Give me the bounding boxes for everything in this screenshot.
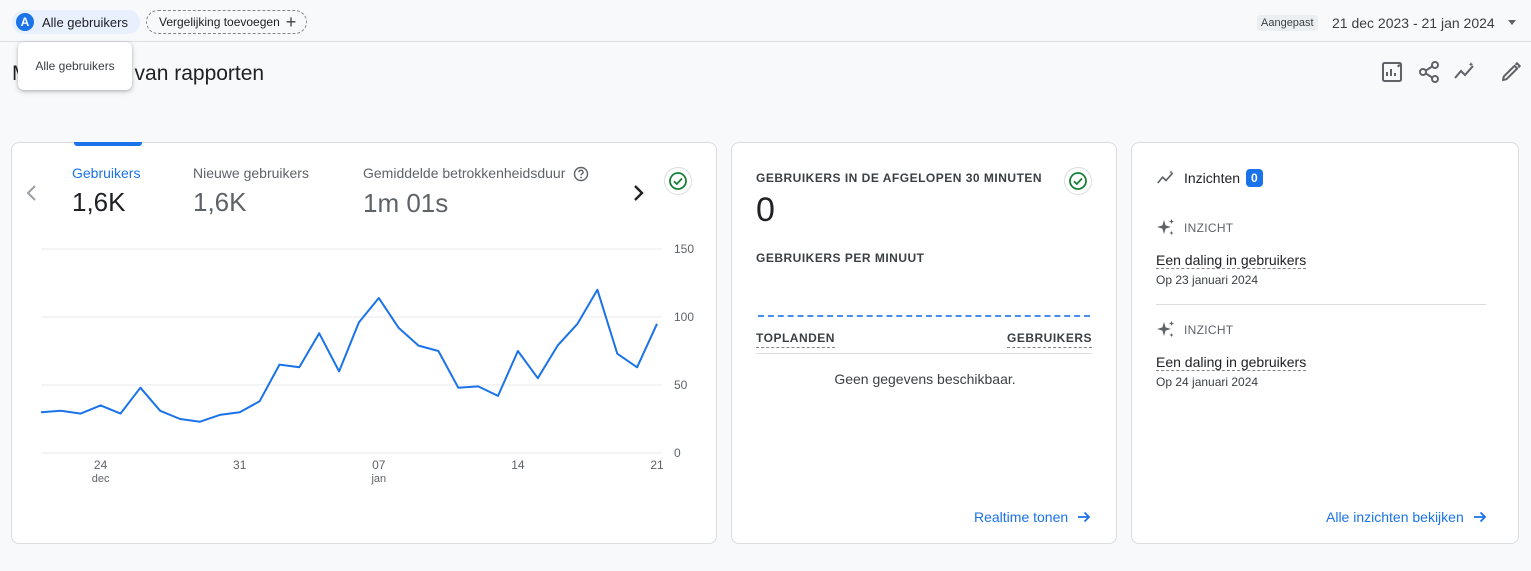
overview-card: Gebruikers 1,6K Nieuwe gebruikers 1,6K G… — [11, 142, 717, 544]
users-line-chart: 150 100 50 0 24dec 31 07jan 14 21 — [40, 242, 694, 485]
check-circle-icon — [1069, 172, 1087, 190]
x-tick-label: 24 — [94, 458, 108, 472]
data-quality-check[interactable] — [1064, 167, 1092, 195]
plus-icon: + — [285, 12, 297, 32]
metric-tab-engagement-time[interactable]: Gemiddelde betrokkenheidsduur 1m 01s — [363, 165, 589, 219]
x-tick-label: 21 — [650, 458, 664, 472]
metric-value: 1m 01s — [363, 188, 449, 219]
y-tick-label: 100 — [674, 310, 694, 324]
segment-chip[interactable]: A Alle gebruikers — [12, 10, 140, 34]
chevron-left-icon[interactable] — [24, 183, 38, 203]
insight-tag: INZICHT — [1184, 323, 1234, 337]
x-tick-label: 07 — [372, 458, 386, 472]
table-divider — [756, 353, 1092, 354]
users-per-minute-label: GEBRUIKERS PER MINUUT — [756, 251, 925, 265]
x-tick-label: 31 — [233, 458, 247, 472]
users-per-minute-sparkline — [758, 315, 1090, 317]
segment-tooltip: Alle gebruikers — [18, 42, 132, 90]
empty-state-text: Geen gegevens beschikbaar. — [834, 371, 1016, 387]
arrow-right-icon — [1473, 511, 1487, 523]
y-tick-label: 0 — [674, 446, 681, 460]
insights-icon[interactable] — [1453, 60, 1477, 84]
date-range-picker[interactable]: 21 dec 2023 - 21 jan 2024 — [1332, 15, 1495, 31]
view-realtime-label: Realtime tonen — [974, 509, 1069, 525]
x-tick-month-label: dec — [92, 473, 110, 485]
segment-label: Alle gebruikers — [42, 14, 128, 30]
insight-headline: Een daling in gebruikers — [1156, 252, 1307, 269]
insight-tag-row: INZICHT — [1156, 218, 1488, 238]
insight-tag: INZICHT — [1184, 221, 1234, 235]
insights-title: Inzichten — [1184, 170, 1241, 186]
sparkle-icon — [1157, 321, 1174, 337]
insight-tag-row: INZICHT — [1156, 320, 1488, 340]
top-bar: A Alle gebruikers Vergelijking toevoegen… — [0, 0, 1531, 42]
share-icon[interactable] — [1417, 60, 1441, 84]
data-quality-check[interactable] — [664, 167, 692, 195]
edit-icon[interactable] — [1499, 60, 1523, 84]
insight-divider — [1156, 304, 1486, 305]
chevron-right-icon[interactable] — [630, 183, 646, 203]
metric-value: 1,6K — [72, 187, 126, 217]
insights-count-badge: 0 — [1246, 169, 1263, 187]
insight-headline: Een daling in gebruikers — [1156, 354, 1307, 371]
customize-report-icon[interactable] — [1380, 60, 1404, 84]
metric-label: Gebruikers — [72, 165, 141, 181]
segment-avatar: A — [16, 13, 34, 31]
date-custom-tag: Aangepast — [1257, 15, 1318, 31]
arrow-right-icon — [1078, 511, 1091, 523]
metric-tab-users[interactable]: Gebruikers 1,6K — [72, 165, 140, 218]
sparkle-icon — [1157, 219, 1174, 235]
insights-header: Inzichten 0 — [1156, 169, 1263, 187]
metric-label-row: Gemiddelde betrokkenheidsduur — [363, 165, 589, 182]
x-tick-month-label: jan — [370, 473, 386, 485]
y-tick-label: 50 — [674, 378, 688, 392]
insight-item[interactable]: INZICHT Een daling in gebruikers Op 24 j… — [1156, 320, 1488, 389]
view-all-insights-link[interactable]: Alle inzichten bekijken — [1326, 509, 1488, 525]
insight-date: Op 23 januari 2024 — [1156, 273, 1259, 287]
insight-date: Op 24 januari 2024 — [1156, 375, 1259, 389]
realtime-users-value: 0 — [756, 191, 775, 229]
check-circle-icon — [669, 172, 687, 190]
metric-tab-new-users[interactable]: Nieuwe gebruikers 1,6K — [193, 165, 309, 218]
realtime-card: GEBRUIKERS IN DE AFGELOPEN 30 MINUTEN 0 … — [731, 142, 1117, 544]
insights-icon — [1157, 170, 1174, 184]
users-column-header[interactable]: GEBRUIKERS — [1006, 331, 1092, 348]
users-series-line[interactable] — [40, 288, 658, 423]
metric-label: Gemiddelde betrokkenheidsduur — [363, 165, 566, 181]
active-metric-indicator — [74, 142, 142, 146]
y-tick-label: 150 — [674, 242, 694, 256]
chevron-down-icon[interactable] — [1508, 20, 1516, 25]
insight-item[interactable]: INZICHT Een daling in gebruikers Op 23 j… — [1156, 218, 1488, 287]
insight-headline-row: Een daling in gebruikers — [1156, 252, 1488, 269]
metric-value: 1,6K — [193, 187, 247, 217]
realtime-title: GEBRUIKERS IN DE AFGELOPEN 30 MINUTEN — [756, 171, 1043, 185]
view-all-insights-label: Alle inzichten bekijken — [1326, 509, 1464, 525]
add-comparison-label: Vergelijking toevoegen — [159, 15, 280, 29]
view-realtime-link[interactable]: Realtime tonen — [974, 509, 1092, 525]
metric-label: Nieuwe gebruikers — [193, 165, 309, 181]
add-comparison-button[interactable]: Vergelijking toevoegen + — [146, 10, 308, 34]
x-tick-label: 14 — [511, 458, 525, 472]
insight-headline-row: Een daling in gebruikers — [1156, 354, 1488, 371]
insights-card: Inzichten 0 INZICHT Een daling in gebrui… — [1131, 142, 1519, 544]
top-countries-header[interactable]: TOPLANDEN — [756, 331, 835, 348]
help-icon[interactable] — [573, 166, 589, 182]
